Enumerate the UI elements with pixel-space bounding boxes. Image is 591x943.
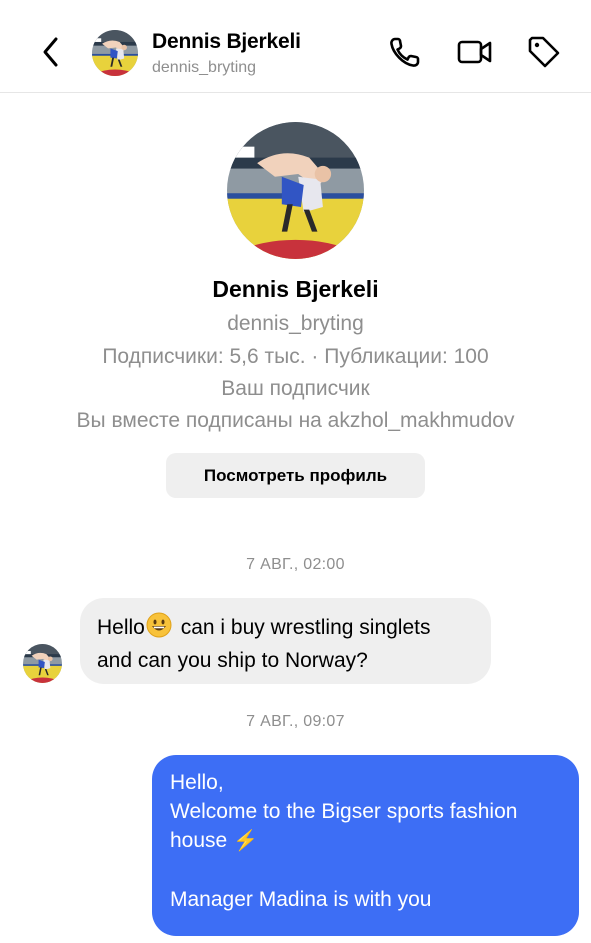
message-text: and can you ship to Norway? (97, 649, 368, 672)
message-timestamp: 7 АВГ., 02:00 (246, 556, 345, 573)
incoming-message-bubble[interactable]: Hello can i buy wrestling singlets and c… (80, 598, 491, 684)
video-camera-icon[interactable] (455, 32, 495, 72)
profile-username: dennis_bryting (227, 312, 364, 335)
header-contact-username[interactable]: dennis_bryting (152, 59, 256, 77)
message-text: Hello, (170, 771, 224, 794)
profile-name: Dennis Bjerkeli (212, 276, 379, 302)
message-text: can i buy wrestling singlets (174, 616, 431, 639)
message-text: Hello (97, 616, 145, 639)
back-chevron-icon[interactable] (36, 34, 66, 70)
message-text: Welcome to the Bigser sports fashion (170, 800, 518, 823)
follow-status: Ваш подписчик (221, 377, 370, 400)
profile-avatar[interactable] (227, 122, 364, 259)
message-timestamp: 7 АВГ., 09:07 (246, 713, 345, 730)
view-profile-button[interactable]: Посмотреть профиль (166, 453, 425, 498)
mutual-followers: Вы вместе подписаны на akzhol_makhmudov (76, 409, 515, 432)
chat-header: Dennis Bjerkeli dennis_bryting (0, 0, 591, 93)
tag-icon[interactable] (524, 32, 564, 72)
message-text (170, 856, 561, 885)
profile-stats: Подписчики: 5,6 тыс. · Публикации: 100 (102, 345, 489, 368)
grinning-face-emoji-icon (146, 612, 172, 646)
header-avatar[interactable] (92, 30, 138, 76)
phone-icon[interactable] (385, 32, 425, 72)
sender-avatar[interactable] (23, 644, 62, 683)
message-text: Manager Madina is with you (170, 888, 432, 911)
message-text: house (170, 829, 228, 852)
header-contact-name[interactable]: Dennis Bjerkeli (152, 30, 301, 54)
outgoing-message-bubble[interactable]: Hello, Welcome to the Bigser sports fash… (152, 755, 579, 936)
lightning-bolt-emoji-icon: ⚡ (233, 830, 258, 852)
